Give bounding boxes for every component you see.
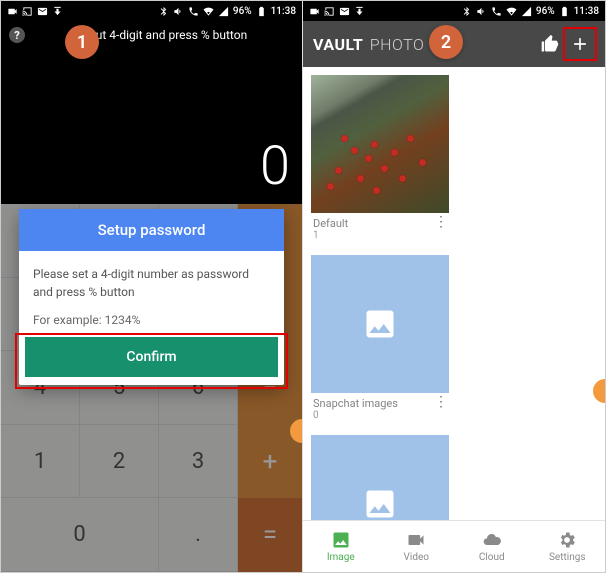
confirm-highlight: Confirm [19, 337, 284, 385]
album-thumb [311, 75, 449, 213]
calculator-display: 0 [1, 49, 302, 204]
nav-label: Cloud [479, 552, 505, 563]
add-button[interactable] [565, 29, 595, 59]
battery-icon [256, 6, 267, 17]
signal-icon [218, 6, 229, 17]
screenshot-step-2: 96% 11:38 VAULT PHOTO [303, 1, 605, 572]
nav-label: Video [404, 552, 429, 563]
signal-icon [521, 6, 532, 17]
step-badge-1: 1 [65, 25, 99, 59]
video-icon [7, 6, 18, 17]
cast-icon [324, 6, 335, 17]
dialog-title: Setup password [19, 209, 284, 251]
album-card-default[interactable]: Default 1 ⋮ [311, 75, 449, 241]
album-count: 1 [313, 230, 348, 241]
image-placeholder-icon [362, 306, 398, 342]
battery-icon [559, 6, 570, 17]
bluetooth-icon [461, 6, 472, 17]
app-title: VAULT PHOTO [313, 35, 424, 54]
clock: 11:38 [574, 6, 599, 17]
album-card-snapchat[interactable]: Snapchat images 0 ⋮ [311, 255, 449, 421]
album-thumb [311, 435, 449, 520]
nav-label: Settings [549, 552, 586, 563]
status-bar: 96% 11:38 [1, 1, 302, 21]
nav-settings[interactable]: Settings [530, 521, 606, 572]
cast-icon [22, 6, 33, 17]
clock: 11:38 [271, 6, 296, 17]
image-placeholder-icon [362, 486, 398, 520]
nav-image[interactable]: Image [303, 521, 379, 572]
cloud-icon [482, 530, 502, 550]
album-thumb [311, 255, 449, 393]
status-bar: 96% 11:38 [303, 1, 605, 21]
help-icon[interactable]: ? [9, 27, 25, 43]
wifi-icon [506, 6, 517, 17]
dialog-text: Please set a 4-digit number as password … [33, 265, 270, 301]
thumbs-up-button[interactable] [535, 29, 565, 59]
step-badge-2: 2 [429, 25, 463, 59]
bottom-nav: Image Video Cloud Settings [303, 520, 605, 572]
album-count: 0 [313, 410, 398, 421]
mail-icon [37, 6, 48, 17]
nav-video[interactable]: Video [379, 521, 455, 572]
calculator-header: ? put 4-digit and press % button [1, 21, 302, 49]
download-icon [354, 6, 365, 17]
setup-password-dialog: Setup password Please set a 4-digit numb… [19, 209, 284, 385]
video-icon [406, 530, 426, 550]
download-icon [52, 6, 63, 17]
dialog-body: Please set a 4-digit number as password … [19, 251, 284, 337]
volume-icon [173, 6, 184, 17]
album-grid: Default 1 ⋮ Snapchat images 0 ⋮ [303, 67, 605, 520]
header-hint: put 4-digit and press % button [89, 28, 247, 42]
image-icon [331, 530, 351, 550]
album-card-instagram[interactable]: Instagram…photos 0 ⋮ [311, 435, 449, 520]
battery-pct: 96% [233, 6, 252, 17]
bluetooth-icon [158, 6, 169, 17]
battery-pct: 96% [536, 6, 555, 17]
album-name: Snapchat images [313, 397, 398, 410]
wifi-icon [203, 6, 214, 17]
album-menu-icon[interactable]: ⋮ [434, 217, 447, 227]
title-strong: VAULT [313, 35, 363, 54]
thumbs-up-icon [540, 34, 560, 54]
video-icon [309, 6, 320, 17]
phone-icon [491, 6, 502, 17]
title-light: PHOTO [370, 35, 424, 54]
phone-icon [188, 6, 199, 17]
album-menu-icon[interactable]: ⋮ [434, 397, 447, 407]
dialog-example: For example: 1234% [33, 311, 270, 329]
gear-icon [557, 530, 577, 550]
display-value: 0 [260, 135, 290, 198]
screenshot-step-1: 96% 11:38 ? put 4-digit and press % butt… [1, 1, 303, 572]
confirm-button[interactable]: Confirm [25, 337, 278, 377]
mail-icon [339, 6, 350, 17]
volume-icon [476, 6, 487, 17]
album-name: Default [313, 217, 348, 230]
nav-cloud[interactable]: Cloud [454, 521, 530, 572]
nav-label: Image [327, 552, 355, 563]
plus-icon [570, 34, 590, 54]
